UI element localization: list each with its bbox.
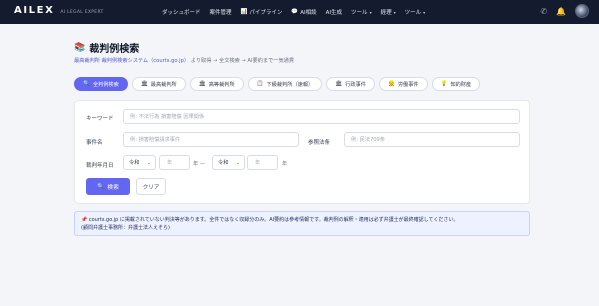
year-to-placeholder: 年 — [255, 160, 261, 166]
notice-line-2: (顧問弁護士事務所：弁護士法人えそら) — [81, 225, 170, 231]
nav-dashboard-label: ダッシュボード — [162, 10, 201, 16]
courthouse-icon: 🏛 — [140, 81, 148, 87]
year-from-input[interactable]: 年 — [159, 155, 190, 170]
keyword-label: キーワード — [86, 116, 114, 122]
nav-ai-generate-label: AI生成 — [325, 10, 343, 16]
page-header: 📚 裁判例検索 — [74, 40, 140, 56]
tab-all-cases[interactable]: 🔍 全判例検索 — [74, 77, 128, 91]
bell-icon[interactable]: 🔔 — [556, 7, 566, 16]
lightbulb-icon: 💡 — [440, 81, 448, 87]
disclaimer-notice: 📌 courts.go.jp に掲載されていない判決等があります。全件ではなく収… — [74, 211, 530, 236]
nav-cases-label: 案件管理 — [209, 10, 232, 16]
year-from-suffix: 年 — — [193, 161, 206, 167]
tab-labor[interactable]: 👷 労働事件 — [379, 77, 428, 91]
court-tabs: 🔍 全判例検索 🏛 最高裁判所 🏛 高等裁判所 📋 下級裁判所（速報） 🏛 行政事件 👷 労… — [74, 77, 481, 91]
notice-text: courts.go.jp に掲載されていない判決等があります。全件ではなく収録分… — [88, 217, 459, 223]
search-icon: 🔍 — [97, 183, 105, 190]
notice-line-1: 📌 courts.go.jp に掲載されていない判決等があります。全件ではなく収… — [81, 216, 523, 224]
era-from-select[interactable]: 令和 ⌄ — [123, 155, 156, 170]
top-navbar: AILEX AI LEGAL EXPERT ダッシュボード 案件管理 📊 パイプラ… — [0, 0, 599, 24]
nav-ai-consult[interactable]: 💬 AI相談 — [291, 8, 316, 16]
year-to-input[interactable]: 年 — [247, 155, 278, 170]
nav-ai-generate[interactable]: AI生成 — [326, 8, 342, 16]
tab-high-court[interactable]: 🏛 高等裁判所 — [189, 77, 244, 91]
tab-label: 行政事件 — [345, 81, 366, 88]
tab-label: 最高裁判所 — [150, 81, 177, 88]
case-name-label: 事件名 — [86, 140, 103, 146]
main-nav: ダッシュボード 案件管理 📊 パイプライン 💬 AI相談 AI生成 ツール ▾ 経理 ▾… — [162, 0, 425, 24]
nav-tools-2[interactable]: ツール ▾ — [404, 8, 426, 17]
nav-pipeline-label: パイプライン — [249, 10, 283, 16]
nav-dashboard[interactable]: ダッシュボード — [162, 8, 201, 16]
courts-source-link[interactable]: 最高裁判所 裁判例検索システム（courts.go.jp） — [74, 58, 189, 64]
era-to-select[interactable]: 令和 ⌄ — [212, 155, 245, 170]
courthouse-icon: 🏛 — [198, 81, 206, 87]
nav-tools[interactable]: ツール ▾ — [351, 8, 372, 17]
chevron-down-icon: ⌄ — [146, 160, 151, 166]
phone-icon[interactable]: ✆ — [540, 7, 547, 16]
brand-name: AILEX — [14, 5, 55, 16]
nav-cases[interactable]: 案件管理 — [210, 8, 232, 16]
tab-ip[interactable]: 💡 知的財産 — [431, 77, 481, 91]
year-from-placeholder: 年 — [167, 160, 173, 166]
tab-label: 全判例検索 — [92, 81, 119, 88]
chevron-down-icon: ⌄ — [235, 160, 240, 166]
topbar-actions: ✆ 🔔 — [540, 4, 589, 18]
chevron-down-icon: ▾ — [369, 9, 372, 15]
pin-icon: 📌 — [81, 217, 88, 223]
chevron-down-icon: ▾ — [393, 9, 396, 15]
nav-pipeline[interactable]: 📊 パイプライン — [241, 8, 283, 16]
tab-administrative[interactable]: 🏛 行政事件 — [326, 77, 375, 91]
tab-label: 労働事件 — [397, 81, 419, 88]
statute-input[interactable] — [344, 132, 520, 147]
tab-supreme-court[interactable]: 🏛 最高裁判所 — [131, 77, 186, 91]
tab-lower-court[interactable]: 📋 下級裁判所（速報） — [247, 77, 323, 91]
clear-button-label: クリア — [142, 184, 160, 191]
clear-button[interactable]: クリア — [136, 178, 166, 195]
case-name-input[interactable] — [123, 132, 299, 147]
worker-icon: 👷 — [388, 81, 395, 87]
tab-label: 知的財産 — [450, 81, 472, 88]
year-to-suffix: 年 — [282, 161, 288, 167]
clipboard-icon: 📋 — [256, 81, 264, 87]
nav-tools-label: ツール — [351, 10, 368, 16]
nav-ai-consult-label: AI相談 — [300, 10, 317, 16]
courthouse-icon: 🏛 — [335, 81, 343, 87]
subtitle-text: より取得 → 全文検索 → AI要約まで一気通貫 — [190, 58, 295, 64]
tab-label: 下級裁判所（速報） — [266, 81, 314, 88]
avatar[interactable] — [575, 4, 589, 18]
date-label: 裁判年月日 — [86, 163, 114, 169]
keyword-input[interactable] — [123, 109, 520, 124]
search-icon: 🔍 — [83, 81, 90, 87]
brand-tagline: AI LEGAL EXPERT — [60, 10, 104, 15]
era-to-value: 令和 — [218, 160, 229, 166]
tab-label: 高等裁判所 — [208, 81, 235, 88]
page-subtitle: 最高裁判所 裁判例検索システム（courts.go.jp） より取得 → 全文検… — [74, 57, 294, 64]
page-title: 裁判例検索 — [89, 44, 140, 55]
nav-tools-2-label: ツール — [404, 10, 422, 16]
brand-logo[interactable]: AILEX AI LEGAL EXPERT — [14, 5, 104, 16]
books-icon: 📚 — [74, 42, 86, 53]
chevron-down-icon: ▾ — [423, 9, 426, 15]
search-form-card: キーワード 事件名 参照法条 裁判年月日 令和 ⌄ 年 年 — 令和 ⌄ 年 年… — [74, 100, 530, 204]
speech-bubble-icon: 💬 — [291, 9, 299, 15]
era-from-value: 令和 — [129, 160, 140, 166]
chart-icon: 📊 — [240, 9, 248, 15]
nav-accounting[interactable]: 経理 ▾ — [380, 8, 396, 17]
nav-accounting-label: 経理 — [380, 10, 392, 16]
statute-label: 参照法条 — [308, 140, 331, 146]
search-button[interactable]: 🔍 検索 — [86, 178, 130, 195]
search-button-label: 検索 — [107, 185, 119, 191]
